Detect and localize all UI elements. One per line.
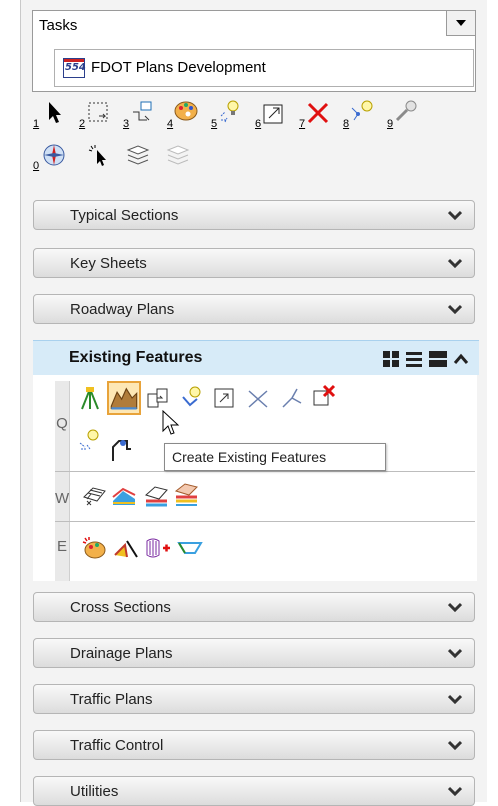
section-cross-sections[interactable]: Cross Sections (33, 592, 475, 622)
tasks-dropdown[interactable]: Tasks 554 FDOT Plans Development (32, 10, 476, 92)
section-existing-features[interactable]: Existing Features (33, 340, 479, 375)
surface-profile-icon[interactable] (111, 483, 137, 509)
tool-number: 7 (299, 118, 306, 130)
window-edge (487, 0, 498, 802)
lightbulb-snap-icon[interactable] (217, 98, 243, 124)
section-drainage-plans[interactable]: Drainage Plans (33, 638, 475, 668)
row-key-e: E (56, 538, 67, 555)
fence-select-icon[interactable] (85, 100, 111, 126)
tool-number: 1 (33, 118, 40, 130)
section-label: Utilities (70, 783, 119, 800)
bulb-snap-icon[interactable] (77, 427, 103, 453)
section-typical-sections[interactable]: Typical Sections (33, 200, 475, 230)
bulb-network-icon[interactable] (349, 98, 375, 124)
row-separator (55, 521, 475, 522)
section-label: Typical Sections (70, 207, 179, 224)
section-label: Existing Features (69, 349, 203, 366)
list-view-icon[interactable] (406, 352, 422, 367)
section-label: Key Sheets (70, 255, 147, 272)
tool-number: 4 (167, 118, 174, 130)
row-key-w: W (55, 490, 70, 507)
detail-view-icon[interactable] (429, 351, 447, 367)
tool-number: 2 (79, 118, 86, 130)
layers-disabled-icon (165, 142, 191, 168)
palette-icon[interactable] (173, 98, 199, 124)
section-key-sheets[interactable]: Key Sheets (33, 248, 475, 278)
fit-view-icon[interactable] (261, 100, 287, 126)
create-existing-features-icon[interactable] (107, 381, 141, 415)
corridor-add-icon[interactable] (145, 535, 171, 561)
section-traffic-control[interactable]: Traffic Control (33, 730, 475, 760)
tool-number: 0 (33, 160, 40, 172)
tooltip: Create Existing Features (164, 443, 386, 471)
section-traffic-plans[interactable]: Traffic Plans (33, 684, 475, 714)
task-item-fdot-plans[interactable]: 554 FDOT Plans Development (54, 49, 474, 87)
chevron-down-icon (448, 210, 462, 220)
fit-box-icon[interactable] (211, 385, 237, 411)
layers-icon[interactable] (125, 142, 151, 168)
copy-element-icon[interactable] (145, 385, 171, 411)
cross-section-shape-icon[interactable] (177, 535, 203, 561)
section-roadway-plans[interactable]: Roadway Plans (33, 294, 475, 324)
tool-number: 9 (387, 118, 394, 130)
dropdown-arrow-icon[interactable] (446, 11, 475, 36)
chevron-down-icon (448, 740, 462, 750)
place-element-icon[interactable] (129, 100, 155, 126)
mouse-cursor-icon (162, 410, 180, 435)
compass-icon[interactable] (41, 142, 67, 168)
template-drop-icon[interactable] (113, 535, 139, 561)
chevron-down-icon (448, 786, 462, 796)
existing-features-tools: Q W E (33, 375, 477, 581)
fdot-logo-icon: 554 (63, 58, 86, 78)
row-key-q: Q (56, 415, 68, 432)
bulb-off-icon[interactable] (393, 98, 419, 124)
grid-surface-icon[interactable] (81, 483, 107, 509)
grid-view-icon[interactable] (383, 351, 399, 367)
delete-element-icon[interactable] (311, 383, 337, 409)
select-element-icon[interactable] (41, 100, 67, 126)
chevron-down-icon (448, 304, 462, 314)
sparkle-select-icon[interactable] (85, 142, 111, 168)
surface-grid-colored-icon[interactable] (143, 483, 169, 509)
top-toolbar: 1 2 3 4 5 6 7 8 9 0 (33, 96, 473, 186)
tool-number: 5 (211, 118, 218, 130)
bulb-path-icon[interactable] (179, 385, 205, 411)
tasks-label: Tasks (39, 17, 78, 34)
survey-tripod-icon[interactable] (77, 385, 103, 411)
row-separator (55, 471, 475, 472)
chevron-down-icon (448, 258, 462, 268)
surface-layers-icon[interactable] (173, 481, 199, 507)
tool-number: 6 (255, 118, 262, 130)
branch-line-icon[interactable] (279, 385, 305, 411)
section-label: Traffic Control (70, 737, 164, 754)
tasks-panel: Tasks 554 FDOT Plans Development 1 2 3 4… (20, 0, 488, 806)
chevron-down-icon (448, 694, 462, 704)
chevron-up-icon[interactable] (453, 353, 469, 364)
section-label: Drainage Plans (70, 645, 173, 662)
delete-icon[interactable] (305, 100, 331, 126)
intersect-lines-icon[interactable] (245, 385, 271, 411)
chevron-down-icon (448, 602, 462, 612)
chevron-down-icon (448, 648, 462, 658)
tooltip-text: Create Existing Features (172, 449, 327, 465)
task-item-label: FDOT Plans Development (91, 59, 266, 76)
view-mode-icons (383, 351, 469, 367)
section-label: Roadway Plans (70, 301, 175, 318)
section-label: Traffic Plans (70, 691, 153, 708)
tool-number: 3 (123, 118, 130, 130)
section-label: Cross Sections (70, 599, 171, 616)
profile-tool-icon[interactable] (109, 437, 135, 463)
palette-sparkle-icon[interactable] (81, 535, 107, 561)
tool-number: 8 (343, 118, 350, 130)
